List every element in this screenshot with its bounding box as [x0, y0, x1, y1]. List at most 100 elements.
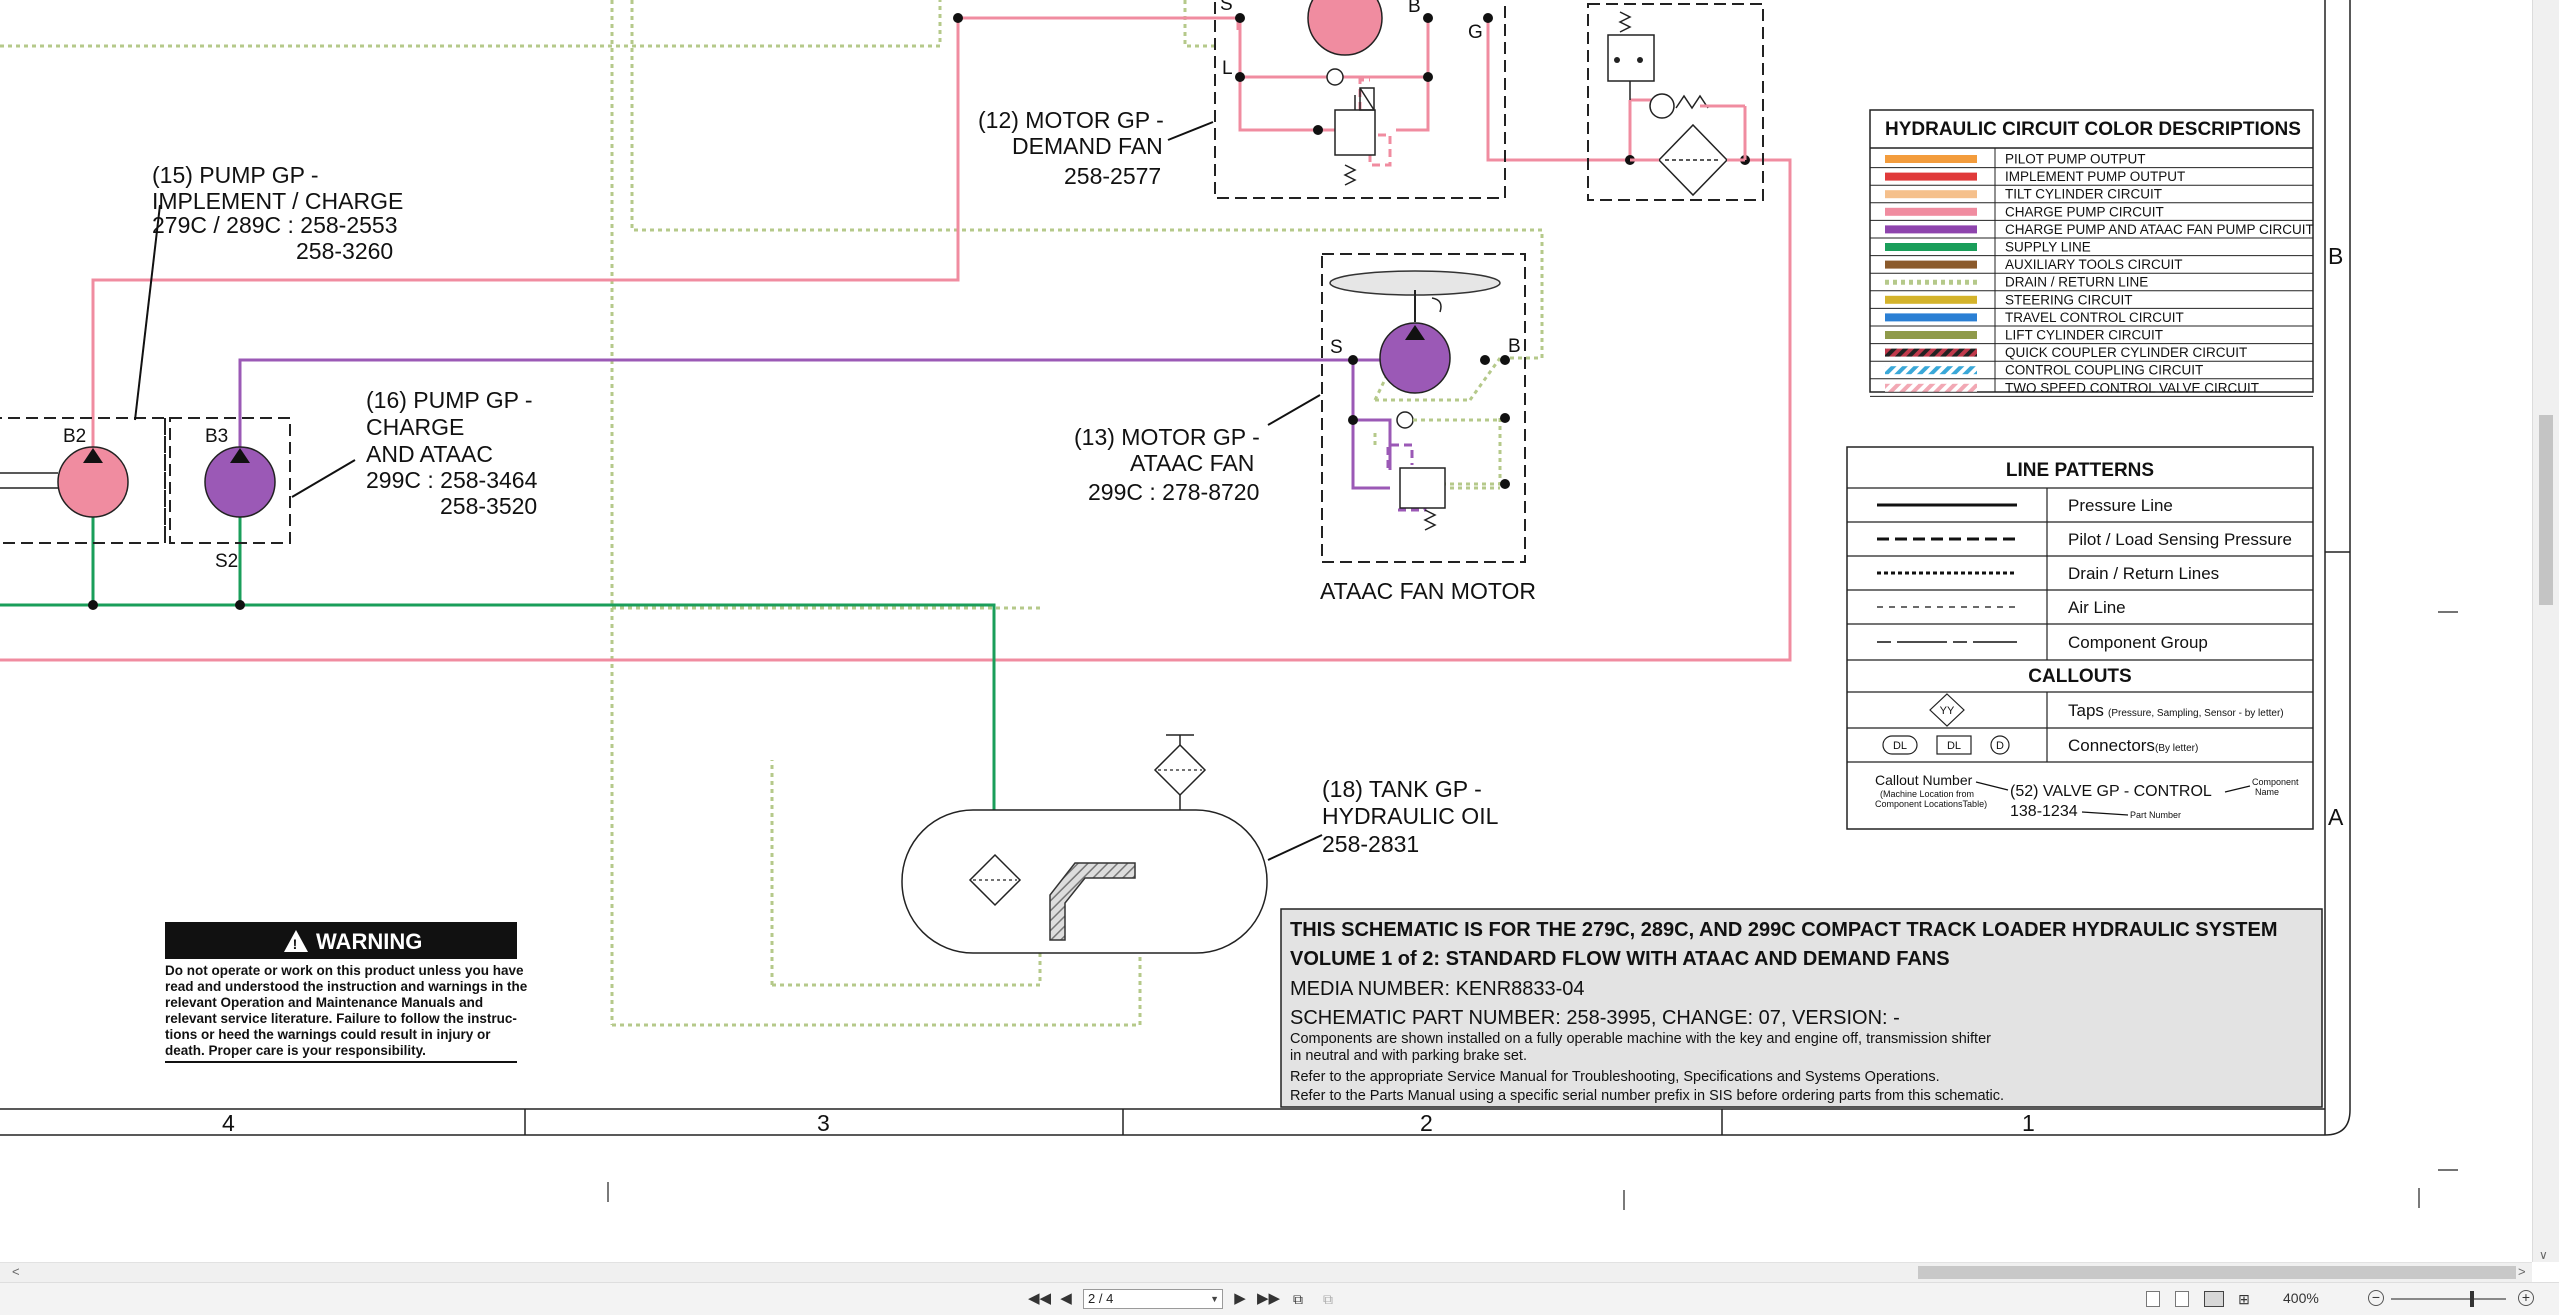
motor12-part: 258-2577: [1064, 163, 1161, 189]
copy-pages-icon[interactable]: ⧉: [1290, 1288, 1306, 1310]
vertical-scrollbar[interactable]: ∨: [2532, 0, 2559, 1262]
warning-line: relevant service literature. Failure to …: [165, 1011, 517, 1026]
taps-label: Taps: [2068, 701, 2104, 720]
first-page-icon[interactable]: ◀◀: [1028, 1288, 1051, 1310]
zoom-in-button[interactable]: +: [2518, 1290, 2534, 1306]
scroll-right-arrow[interactable]: >: [2518, 1264, 2526, 1279]
callout-number-label: Callout Number: [1875, 772, 1973, 788]
color-desc-item: QUICK COUPLER CYLINDER CIRCUIT: [2005, 345, 2247, 360]
port-b2-label: B2: [63, 426, 86, 447]
warning-box: ! WARNING Do not operate or work on this…: [165, 922, 528, 1063]
svg-text:!: !: [293, 936, 298, 952]
color-desc-item: PILOT PUMP OUTPUT: [2005, 152, 2146, 167]
sample-valve-callout: (52) VALVE GP - CONTROL: [2010, 783, 2212, 800]
page-number-value: 2 / 4: [1088, 1291, 1114, 1306]
tank18-name: HYDRAULIC OIL: [1322, 803, 1499, 829]
tank18-part: 258-2831: [1322, 831, 1419, 857]
charge-lines: [0, 16, 1792, 662]
pump15-part-b: 258-3260: [296, 238, 393, 264]
line-patterns-title: LINE PATTERNS: [2006, 460, 2154, 481]
tank-18-callout: (18) TANK GP - HYDRAULIC OIL 258-2831: [1267, 776, 1499, 861]
title-line-2: VOLUME 1 of 2: STANDARD FLOW WITH ATAAC …: [1290, 948, 1950, 970]
pump16-part-b: 258-3520: [440, 493, 537, 519]
title-note: in neutral and with parking brake set.: [1290, 1048, 1527, 1064]
motor13-name: ATAAC FAN: [1130, 450, 1254, 476]
motor13-part: 299C : 278-8720: [1088, 479, 1259, 505]
color-desc-item: CHARGE PUMP CIRCUIT: [2005, 204, 2164, 219]
color-desc-item: IMPLEMENT PUMP OUTPUT: [2005, 169, 2185, 184]
color-desc-item: AUXILIARY TOOLS CIRCUIT: [2005, 257, 2183, 272]
continuous-view-icon[interactable]: [2175, 1291, 2189, 1307]
color-desc-item: DRAIN / RETURN LINE: [2005, 275, 2148, 290]
zoom-out-button[interactable]: −: [2368, 1290, 2384, 1306]
pattern-component-group: Component Group: [2068, 633, 2208, 652]
color-swatch: [1885, 348, 1977, 357]
color-swatch: [1885, 383, 1977, 392]
last-page-icon[interactable]: ▶▶: [1257, 1288, 1280, 1310]
schematic-part-number: SCHEMATIC PART NUMBER: 258-3995, CHANGE:…: [1290, 1007, 1900, 1029]
zone-col-4: 4: [222, 1110, 235, 1136]
warning-line: tions or heed the warnings could result …: [165, 1027, 491, 1042]
warning-line: Do not operate or work on this product u…: [165, 963, 524, 978]
color-desc-item: SUPPLY LINE: [2005, 240, 2091, 255]
line-patterns-legend: LINE PATTERNS Pressure Line Pilot / Load…: [1846, 446, 2314, 830]
color-swatch: [1885, 190, 1977, 199]
color-desc-item: CHARGE PUMP AND ATAAC FAN PUMP CIRCUIT: [2005, 222, 2314, 237]
paste-pages-icon[interactable]: ⧉: [1320, 1288, 1336, 1310]
title-note: Refer to the appropriate Service Manual …: [1290, 1069, 1940, 1085]
scroll-down-arrow[interactable]: ∨: [2539, 1248, 2548, 1262]
pump-group-15: B2: [0, 417, 166, 544]
color-desc-item: STEERING CIRCUIT: [2005, 292, 2133, 307]
pump-15-callout: (15) PUMP GP - IMPLEMENT / CHARGE 279C /…: [134, 162, 403, 421]
callout-note: (Machine Location from: [1880, 789, 1974, 799]
part-number-label: Part Number: [2130, 810, 2181, 820]
pattern-pilot: Pilot / Load Sensing Pressure: [2068, 530, 2292, 549]
color-swatch: [1885, 207, 1977, 216]
port-b-label-12: B: [1408, 0, 1421, 17]
zoom-slider-handle[interactable]: [2470, 1291, 2474, 1307]
zoom-slider[interactable]: [2391, 1298, 2506, 1300]
color-desc-title: HYDRAULIC CIRCUIT COLOR DESCRIPTIONS: [1885, 119, 2301, 140]
document-viewport[interactable]: B2 B3 S2 (15) PUMP GP - IMPLEMENT / CHAR…: [0, 0, 2532, 1262]
sample-part-number: 138-1234: [2010, 803, 2078, 820]
zone-col-2: 2: [1420, 1110, 1433, 1136]
color-swatch: [1885, 243, 1977, 251]
tank18-title: (18) TANK GP -: [1322, 776, 1482, 802]
hydraulic-schematic: B2 B3 S2 (15) PUMP GP - IMPLEMENT / CHAR…: [0, 0, 2458, 1210]
ataac-fan-motor-label: ATAAC FAN MOTOR: [1320, 578, 1536, 604]
connectors-note: (By letter): [2155, 743, 2198, 754]
component-name-label: Name: [2255, 787, 2279, 797]
prev-page-icon[interactable]: ◀: [1058, 1288, 1074, 1310]
scroll-left-arrow[interactable]: <: [12, 1264, 20, 1279]
page-number-input[interactable]: 2 / 4 ▼: [1083, 1289, 1223, 1309]
color-swatch: [1885, 172, 1977, 181]
next-page-icon[interactable]: ▶: [1232, 1288, 1248, 1310]
port-l-label-12: L: [1222, 58, 1233, 79]
port-b3-label: B3: [205, 426, 228, 447]
pump16-title: (16) PUMP GP -: [366, 387, 533, 413]
fit-view-icon[interactable]: ⊞: [2236, 1288, 2252, 1310]
filter-group: [1587, 3, 1764, 201]
horizontal-scroll-thumb[interactable]: [1918, 1266, 2516, 1279]
title-block: THIS SCHEMATIC IS FOR THE 279C, 289C, AN…: [1280, 908, 2323, 1108]
pump16-name-a: CHARGE: [366, 414, 464, 440]
port-b-label-13: B: [1508, 336, 1521, 357]
zone-col-3: 3: [817, 1110, 830, 1136]
connector-round: DL: [1893, 740, 1907, 752]
title-line-1: THIS SCHEMATIC IS FOR THE 279C, 289C, AN…: [1290, 919, 2278, 941]
single-page-view-icon[interactable]: [2146, 1291, 2160, 1307]
color-desc-item: TRAVEL CONTROL CIRCUIT: [2005, 310, 2184, 325]
title-note: Refer to the Parts Manual using a specif…: [1290, 1088, 2004, 1104]
vertical-scroll-thumb[interactable]: [2539, 415, 2553, 605]
motor-group-12: S B L G: [1214, 0, 1506, 199]
two-page-view-icon[interactable]: [2204, 1291, 2224, 1307]
color-swatch: [1885, 260, 1977, 269]
pattern-air: Air Line: [2068, 598, 2126, 617]
chevron-down-icon[interactable]: ▼: [1210, 1290, 1219, 1308]
port-s-label-13: S: [1330, 337, 1343, 358]
taps-note: (Pressure, Sampling, Sensor - by letter): [2108, 708, 2284, 719]
horizontal-scrollbar[interactable]: < >: [0, 1262, 2532, 1282]
pump16-part-a: 299C : 258-3464: [366, 467, 538, 493]
pattern-pressure: Pressure Line: [2068, 496, 2173, 515]
pump15-title: (15) PUMP GP -: [152, 162, 319, 188]
